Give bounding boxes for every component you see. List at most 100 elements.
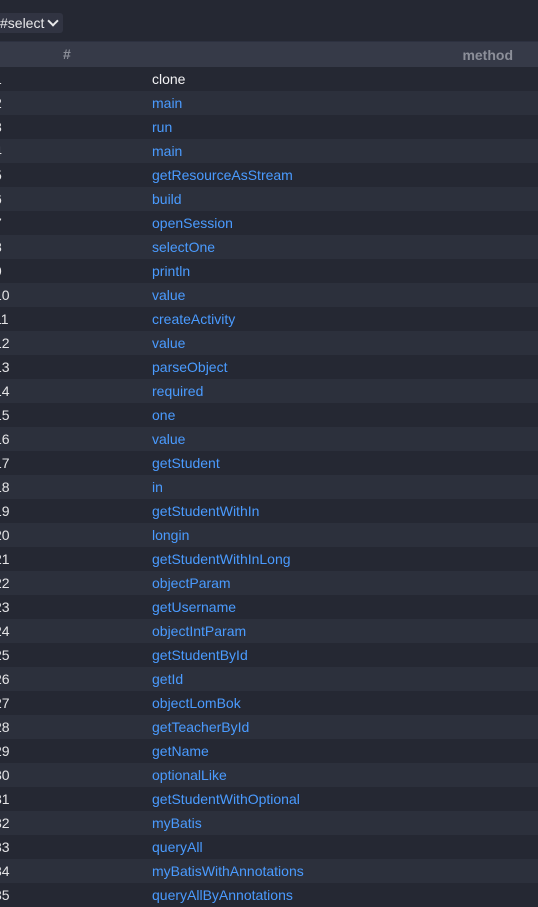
method-link[interactable]: value: [152, 287, 185, 303]
row-number: 7: [0, 215, 2, 231]
row-number: 13: [0, 359, 10, 375]
row-number: 2: [0, 95, 2, 111]
chevron-down-icon: [47, 15, 60, 27]
method-link[interactable]: queryAllByAnnotations: [152, 887, 293, 903]
toolbar: #select: [0, 0, 538, 40]
row-number: 19: [0, 503, 10, 519]
table-row[interactable]: 17 getStudent: [0, 451, 538, 475]
method-link[interactable]: myBatis: [152, 815, 202, 831]
table-row[interactable]: 4 main: [0, 139, 538, 163]
row-number: 25: [0, 647, 10, 663]
table-body: 1 clone 2 main 3 run 4 main 5 getResourceAsStream…: [0, 67, 538, 907]
table-row[interactable]: 8 selectOne: [0, 235, 538, 259]
method-link[interactable]: longin: [152, 527, 189, 543]
method-link[interactable]: getStudentWithOptional: [152, 791, 300, 807]
row-number: 17: [0, 455, 10, 471]
row-number: 4: [0, 143, 2, 159]
table-row[interactable]: 30 optionalLike: [0, 763, 538, 787]
table-header: # method: [0, 41, 538, 67]
row-number: 9: [0, 263, 2, 279]
table-row[interactable]: 10 value: [0, 283, 538, 307]
method-link[interactable]: createActivity: [152, 311, 235, 327]
row-number: 5: [0, 167, 2, 183]
method-link[interactable]: openSession: [152, 215, 233, 231]
method-link[interactable]: getName: [152, 743, 209, 759]
method-link[interactable]: in: [152, 479, 163, 495]
table-row[interactable]: 16 value: [0, 427, 538, 451]
row-number: 10: [0, 287, 10, 303]
row-number: 15: [0, 407, 10, 423]
table-row[interactable]: 32 myBatis: [0, 811, 538, 835]
method-link[interactable]: main: [152, 95, 182, 111]
query-select[interactable]: #select: [0, 13, 64, 33]
table-row[interactable]: 24 objectIntParam: [0, 619, 538, 643]
method-link[interactable]: getResourceAsStream: [152, 167, 293, 183]
method-link[interactable]: getTeacherById: [152, 719, 249, 735]
table-row[interactable]: 19 getStudentWithIn: [0, 499, 538, 523]
table-row[interactable]: 26 getId: [0, 667, 538, 691]
method-link[interactable]: getStudentWithIn: [152, 503, 259, 519]
table-row[interactable]: 1 clone: [0, 67, 538, 91]
method-link[interactable]: value: [152, 335, 185, 351]
method-link[interactable]: getUsername: [152, 599, 236, 615]
table-row[interactable]: 28 getTeacherById: [0, 715, 538, 739]
method-link[interactable]: main: [152, 143, 182, 159]
table-row[interactable]: 15 one: [0, 403, 538, 427]
column-header-method[interactable]: method: [462, 47, 513, 63]
table-row[interactable]: 3 run: [0, 115, 538, 139]
method-link[interactable]: run: [152, 119, 172, 135]
table-row[interactable]: 2 main: [0, 91, 538, 115]
method-link[interactable]: required: [152, 383, 203, 399]
row-number: 33: [0, 839, 10, 855]
table-row[interactable]: 5 getResourceAsStream: [0, 163, 538, 187]
row-number: 27: [0, 695, 10, 711]
row-number: 26: [0, 671, 10, 687]
table-row[interactable]: 25 getStudentById: [0, 643, 538, 667]
table-row[interactable]: 29 getName: [0, 739, 538, 763]
method-link[interactable]: getId: [152, 671, 183, 687]
method-link[interactable]: build: [152, 191, 182, 207]
table-row[interactable]: 23 getUsername: [0, 595, 538, 619]
method-link[interactable]: println: [152, 263, 190, 279]
row-number: 29: [0, 743, 10, 759]
method-link[interactable]: objectLomBok: [152, 695, 241, 711]
table-row[interactable]: 7 openSession: [0, 211, 538, 235]
row-number: 8: [0, 239, 2, 255]
row-number: 21: [0, 551, 10, 567]
table-row[interactable]: 18 in: [0, 475, 538, 499]
row-number: 31: [0, 791, 10, 807]
table-row[interactable]: 27 objectLomBok: [0, 691, 538, 715]
method-link[interactable]: getStudentWithInLong: [152, 551, 291, 567]
method-link[interactable]: selectOne: [152, 239, 215, 255]
row-number: 16: [0, 431, 10, 447]
table-row[interactable]: 31 getStudentWithOptional: [0, 787, 538, 811]
method-link[interactable]: parseObject: [152, 359, 227, 375]
row-number: 24: [0, 623, 10, 639]
method-link[interactable]: queryAll: [152, 839, 203, 855]
table-row[interactable]: 11 createActivity: [0, 307, 538, 331]
table-row[interactable]: 20 longin: [0, 523, 538, 547]
method-link[interactable]: objectParam: [152, 575, 231, 591]
row-number: 22: [0, 575, 10, 591]
table-row[interactable]: 22 objectParam: [0, 571, 538, 595]
table-row[interactable]: 9 println: [0, 259, 538, 283]
method-link[interactable]: myBatisWithAnnotations: [152, 863, 304, 879]
table-row[interactable]: 35 queryAllByAnnotations: [0, 883, 538, 907]
table-row[interactable]: 13 parseObject: [0, 355, 538, 379]
method-link[interactable]: objectIntParam: [152, 623, 246, 639]
method-link[interactable]: value: [152, 431, 185, 447]
table-row[interactable]: 34 myBatisWithAnnotations: [0, 859, 538, 883]
row-number: 18: [0, 479, 10, 495]
method-link[interactable]: one: [152, 407, 175, 423]
table-row[interactable]: 12 value: [0, 331, 538, 355]
row-number: 1: [0, 71, 2, 87]
table-row[interactable]: 33 queryAll: [0, 835, 538, 859]
table-row[interactable]: 21 getStudentWithInLong: [0, 547, 538, 571]
method-link[interactable]: getStudent: [152, 455, 220, 471]
table-row[interactable]: 6 build: [0, 187, 538, 211]
column-header-number[interactable]: #: [63, 46, 71, 62]
table-row[interactable]: 14 required: [0, 379, 538, 403]
method-link[interactable]: optionalLike: [152, 767, 227, 783]
row-number: 34: [0, 863, 10, 879]
method-link[interactable]: getStudentById: [152, 647, 248, 663]
